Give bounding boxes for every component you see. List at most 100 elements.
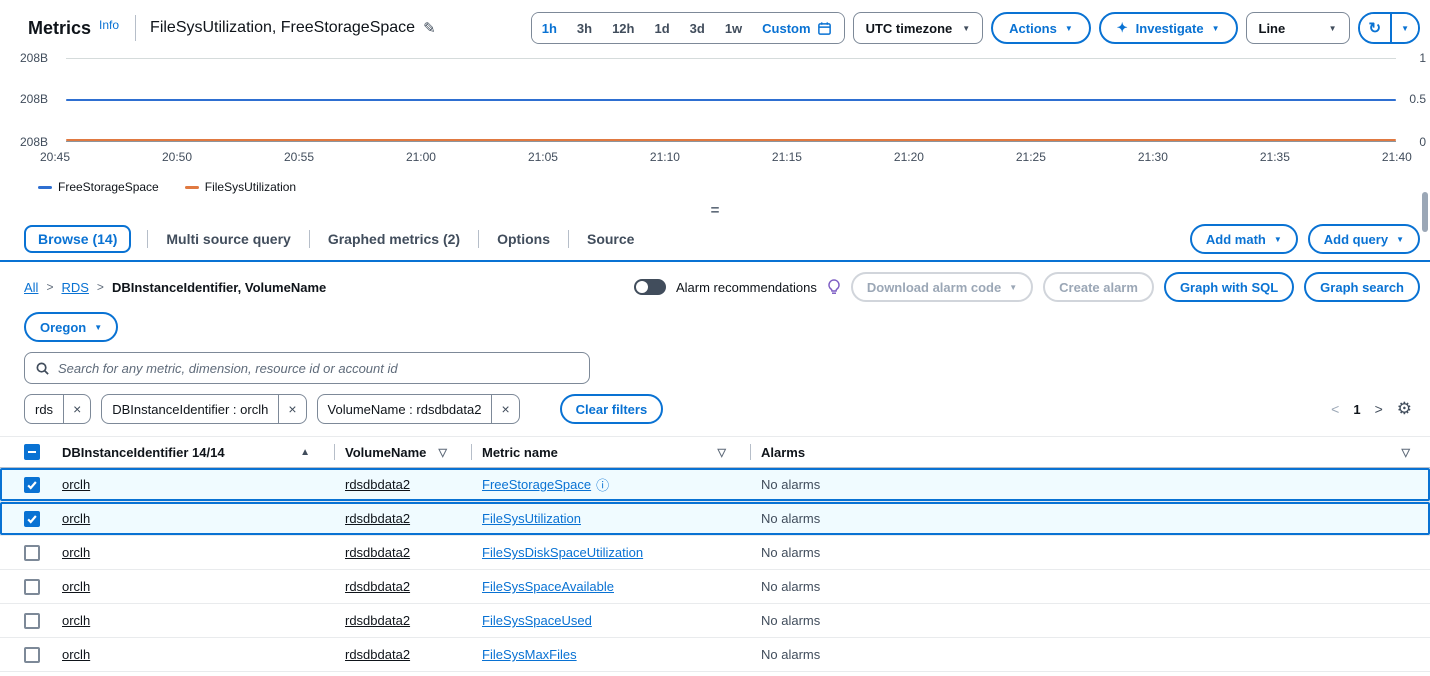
volume-link[interactable]: rdsdbdata2 (345, 613, 410, 628)
time-range-3h[interactable]: 3h (566, 13, 603, 43)
column-header-metric-name[interactable]: Metric name ▽ (482, 445, 740, 460)
close-icon[interactable]: × (63, 395, 90, 423)
metric-link[interactable]: FileSysDiskSpaceUtilization (482, 545, 643, 560)
y-axis-tick-left: 208B (20, 92, 49, 106)
sort-filter-icon[interactable]: ▽ (1402, 446, 1410, 459)
table-row[interactable]: orclh rdsdbdata2 FileSysSpaceAvailable ⓘ… (0, 570, 1430, 604)
graph-with-sql-button[interactable]: Graph with SQL (1163, 272, 1295, 302)
time-range-12h[interactable]: 12h (602, 13, 645, 43)
sort-ascending-icon[interactable]: ▲ (300, 447, 310, 458)
resize-handle[interactable]: = (0, 202, 1430, 220)
volume-link[interactable]: rdsdbdata2 (345, 511, 410, 526)
time-range-1w[interactable]: 1w (714, 13, 753, 43)
metric-link[interactable]: FileSysSpaceAvailable (482, 579, 614, 594)
tab-options[interactable]: Options (495, 226, 552, 252)
metric-link[interactable]: FileSysMaxFiles (482, 647, 577, 662)
filter-token-rds: rds × (24, 394, 92, 424)
dbinstance-link[interactable]: orclh (62, 579, 90, 594)
investigate-label: Investigate (1135, 20, 1204, 36)
next-page-button[interactable]: > (1375, 401, 1383, 417)
info-link[interactable]: Info (99, 18, 119, 32)
alarms-status: No alarms (761, 579, 821, 594)
row-checkbox[interactable] (24, 510, 40, 527)
time-range-1d[interactable]: 1d (644, 13, 680, 43)
chart-legend: FreeStorageSpace FileSysUtilization (38, 180, 1430, 194)
table-row[interactable]: orclh rdsdbdata2 FileSysUtilization ⓘ No… (0, 502, 1430, 536)
row-checkbox[interactable] (24, 578, 40, 595)
row-checkbox[interactable] (24, 476, 40, 493)
refresh-button[interactable]: ↻ (1359, 14, 1391, 42)
volume-link[interactable]: rdsdbdata2 (345, 579, 410, 594)
breadcrumb-rds[interactable]: RDS (61, 280, 88, 295)
tab-multi-source-query[interactable]: Multi source query (164, 226, 292, 252)
y-axis-tick-right: 0 (1419, 135, 1426, 149)
table-row[interactable]: orclh rdsdbdata2 FileSysSpaceUsed ⓘ No a… (0, 604, 1430, 638)
metric-link[interactable]: FileSysSpaceUsed (482, 613, 592, 628)
actions-button[interactable]: Actions ▼ (991, 12, 1091, 44)
table-row[interactable]: orclh rdsdbdata2 FileSysDiskSpaceUtiliza… (0, 536, 1430, 570)
table-row[interactable]: orclh rdsdbdata2 FreeStorageSpace ⓘ No a… (0, 468, 1430, 502)
time-range-1h[interactable]: 1h (531, 13, 567, 43)
page-number[interactable]: 1 (1353, 402, 1360, 417)
column-header-dbinstanceidentifier[interactable]: DBInstanceIdentifier 14/14 ▲ (62, 445, 324, 460)
timezone-select[interactable]: UTC timezone ▼ (852, 12, 984, 44)
table-row[interactable]: orclh rdsdbdata2 FileSysMaxFiles ⓘ No al… (0, 638, 1430, 672)
sort-filter-icon[interactable]: ▽ (718, 446, 726, 459)
plot-area[interactable]: 208B 208B 208B 1 0.5 0 (20, 51, 1426, 149)
column-header-volumename[interactable]: VolumeName ▽ (345, 445, 461, 460)
vertical-scrollbar[interactable] (1422, 192, 1428, 232)
row-checkbox[interactable] (24, 544, 40, 561)
dbinstance-link[interactable]: orclh (62, 613, 90, 628)
download-alarm-code-button[interactable]: Download alarm code ▼ (850, 272, 1034, 302)
tab-source[interactable]: Source (585, 226, 636, 252)
time-range-custom[interactable]: Custom (752, 13, 844, 43)
filter-token-label: rds (35, 401, 54, 417)
region-select[interactable]: Oregon ▼ (24, 312, 119, 342)
volume-link[interactable]: rdsdbdata2 (345, 545, 410, 560)
x-axis-tick: 20:55 (283, 150, 314, 164)
caret-down-icon: ▼ (1064, 23, 1073, 33)
metric-link[interactable]: FreeStorageSpace (482, 477, 591, 492)
graph-with-sql-label: Graph with SQL (1179, 279, 1279, 295)
alarms-status: No alarms (761, 545, 821, 560)
refresh-options-button[interactable]: ▼ (1392, 14, 1418, 42)
settings-gear-icon[interactable]: ⚙ (1397, 399, 1412, 419)
create-alarm-button[interactable]: Create alarm (1043, 272, 1154, 302)
add-query-button[interactable]: Add query ▼ (1307, 224, 1420, 254)
tabs-bar: Browse (14) Multi source query Graphed m… (0, 220, 1430, 262)
dbinstance-link[interactable]: orclh (62, 647, 90, 662)
volume-link[interactable]: rdsdbdata2 (345, 647, 410, 662)
row-checkbox[interactable] (24, 646, 40, 663)
select-all-checkbox[interactable] (24, 444, 40, 460)
row-checkbox[interactable] (24, 612, 40, 629)
close-icon[interactable]: × (491, 395, 518, 423)
caret-down-icon: ▼ (1328, 23, 1337, 33)
sort-filter-icon[interactable]: ▽ (439, 446, 447, 459)
dbinstance-link[interactable]: orclh (62, 545, 90, 560)
column-header-alarms[interactable]: Alarms ▽ (761, 445, 1430, 460)
dbinstance-link[interactable]: orclh (62, 477, 90, 492)
volume-link[interactable]: rdsdbdata2 (345, 477, 410, 492)
sparkle-icon: ✦ (1116, 20, 1128, 35)
breadcrumb-all[interactable]: All (24, 280, 38, 295)
time-range-3d[interactable]: 3d (679, 13, 715, 43)
legend-item-filesysutilization[interactable]: FileSysUtilization (184, 180, 296, 194)
metric-link[interactable]: FileSysUtilization (482, 511, 581, 526)
legend-item-freestoragespace[interactable]: FreeStorageSpace (38, 180, 159, 194)
search-input[interactable] (58, 360, 579, 376)
edit-title-icon[interactable]: ✎ (423, 19, 436, 37)
close-icon[interactable]: × (278, 395, 305, 423)
tab-graphed-metrics[interactable]: Graphed metrics (2) (326, 226, 462, 252)
info-icon[interactable]: ⓘ (596, 475, 609, 494)
clear-filters-button[interactable]: Clear filters (559, 394, 664, 424)
create-alarm-label: Create alarm (1059, 279, 1138, 295)
previous-page-button[interactable]: < (1331, 401, 1339, 417)
graph-search-button[interactable]: Graph search (1304, 272, 1420, 302)
chart-type-select[interactable]: Line ▼ (1245, 12, 1350, 44)
add-math-button[interactable]: Add math ▼ (1189, 224, 1298, 254)
caret-down-icon: ▼ (1401, 23, 1409, 33)
investigate-button[interactable]: ✦ Investigate ▼ (1098, 12, 1238, 44)
alarm-recommendations-toggle[interactable] (633, 279, 666, 295)
tab-browse[interactable]: Browse (14) (24, 225, 132, 253)
dbinstance-link[interactable]: orclh (62, 511, 90, 526)
